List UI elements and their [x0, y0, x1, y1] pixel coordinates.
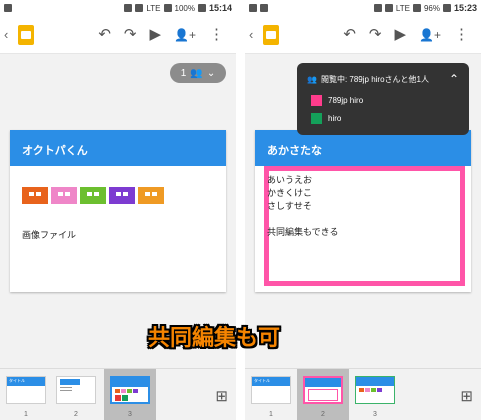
bluetooth-icon [124, 4, 133, 12]
slide-thumb-2[interactable]: 2 [297, 369, 349, 420]
thumb-number: 1 [269, 411, 273, 418]
thumb-box [308, 389, 338, 401]
more-icon[interactable]: ⋮ [454, 27, 469, 42]
back-icon[interactable]: ‹ [4, 27, 14, 42]
add-person-icon[interactable]: 👤+ [174, 29, 196, 41]
thumb-number: 2 [321, 411, 325, 418]
mail-icon [249, 4, 257, 12]
slide-caption: 画像ファイル [22, 230, 77, 240]
network-type: LTE [146, 3, 161, 13]
slide-title: オクトパくん [10, 130, 226, 166]
thumb-header [60, 379, 80, 385]
battery-icon [442, 4, 451, 12]
image-tile [80, 187, 106, 204]
thumb-number: 1 [24, 411, 28, 418]
collaborators-header: 閲覧中: 789jp hiroさんと他1人 [320, 74, 429, 84]
bluetooth-icon [373, 4, 382, 12]
slides-logo-icon [18, 24, 34, 45]
notification-icon [4, 4, 12, 12]
slide-filmstrip: タイトル 1 2 3 ⊞ [0, 368, 236, 420]
signal-icon [163, 4, 172, 12]
status-bar: LTE 100% 15:14 [0, 0, 236, 16]
image-icon [260, 4, 268, 12]
undo-icon[interactable]: ↶ [343, 27, 356, 42]
signal-icon [412, 4, 421, 12]
slide-thumb-3[interactable]: 3 [351, 369, 399, 420]
play-icon[interactable]: ▶ [150, 27, 162, 42]
thumb-title: タイトル [7, 377, 45, 386]
thumb-tiles [115, 389, 145, 393]
chevron-down-icon: ⌄ [206, 67, 216, 79]
battery-percent: 96% [423, 3, 440, 13]
collaborator-color [311, 95, 322, 106]
slide-thumb-3[interactable]: 3 [104, 369, 156, 420]
text-line: さしすせそ [267, 201, 312, 211]
thumb-number: 3 [373, 411, 377, 418]
image-tile [109, 187, 135, 204]
phone-screen-right: LTE 96% 15:23 ‹ ↶ ↷ ▶ 👤+ ⋮ あかさたな あいうえお か… [245, 0, 481, 420]
image-tile [138, 187, 164, 204]
thumb-number: 2 [74, 411, 78, 418]
slide-preview[interactable]: あかさたな あいうえお かきくけこ さしすせそ 共同編集もできる [255, 130, 471, 292]
collaborator-color [311, 113, 322, 124]
slide-thumb-1[interactable]: タイトル 1 [247, 369, 295, 420]
battery-percent: 100% [174, 3, 195, 13]
redo-icon[interactable]: ↷ [369, 27, 382, 42]
thumb-number: 3 [128, 411, 132, 418]
more-icon[interactable]: ⋮ [209, 27, 224, 42]
collaborator-name: hiro [328, 114, 342, 123]
overlay-caption: 共同編集も可 [148, 326, 281, 351]
add-person-icon[interactable]: 👤+ [419, 29, 441, 41]
network-type: LTE [395, 3, 410, 13]
collaborators-pill[interactable]: 1 👥 ⌄ [170, 63, 226, 83]
status-bar: LTE 96% 15:23 [245, 0, 481, 16]
clock: 15:23 [453, 3, 477, 13]
slide-filmstrip: タイトル 1 2 3 ⊞ [245, 368, 481, 420]
slide-thumb-1[interactable]: タイトル 1 [2, 369, 50, 420]
phone-screen-left: LTE 100% 15:14 ‹ ↶ ↷ ▶ 👤+ ⋮ 1 👥 ⌄ オクトパくん… [0, 0, 236, 420]
thumb-line [60, 390, 72, 391]
play-icon[interactable]: ▶ [395, 27, 407, 42]
add-slide-icon[interactable]: ⊞ [460, 387, 473, 405]
slides-logo-icon [263, 24, 279, 45]
slide-preview[interactable]: オクトパくん 画像ファイル [10, 130, 226, 292]
slide-canvas: あかさたな あいうえお かきくけこ さしすせそ 共同編集もできる 👥 閲覧中: … [245, 55, 481, 368]
chevron-up-icon[interactable]: ⌃ [449, 72, 459, 86]
collaborators-panel: 👥 閲覧中: 789jp hiroさんと他1人 ⌃ 789jp hiro hir… [297, 63, 469, 135]
image-tile [22, 187, 48, 204]
collaborator-item: hiro [311, 113, 341, 124]
image-tile [51, 187, 77, 204]
image-tiles [22, 187, 164, 204]
undo-icon[interactable]: ↶ [98, 27, 111, 42]
people-icon: 👥 [307, 74, 317, 84]
back-icon[interactable]: ‹ [249, 27, 259, 42]
collaborator-count: 1 [180, 67, 187, 79]
mute-icon [384, 4, 393, 12]
thumb-tiles [359, 388, 391, 392]
app-toolbar: ‹ ↶ ↷ ▶ 👤+ ⋮ [0, 16, 236, 54]
collaborator-item: 789jp hiro [311, 95, 363, 106]
slide-thumb-2[interactable]: 2 [52, 369, 100, 420]
thumb-tiles-2 [115, 395, 145, 401]
clock: 15:14 [208, 3, 232, 13]
slide-title: あかさたな [255, 130, 471, 166]
mute-icon [135, 4, 144, 12]
text-line: 共同編集もできる [267, 227, 339, 237]
redo-icon[interactable]: ↷ [124, 27, 137, 42]
people-icon: 👥 [190, 67, 203, 79]
battery-icon [197, 4, 206, 12]
add-slide-icon[interactable]: ⊞ [215, 387, 228, 405]
collaborator-name: 789jp hiro [328, 96, 364, 105]
text-line: かきくけこ [267, 188, 313, 198]
text-line: あいうえお [267, 175, 313, 185]
app-toolbar: ‹ ↶ ↷ ▶ 👤+ ⋮ [245, 16, 481, 54]
thumb-title: タイトル [252, 377, 290, 386]
thumb-line [60, 387, 72, 388]
